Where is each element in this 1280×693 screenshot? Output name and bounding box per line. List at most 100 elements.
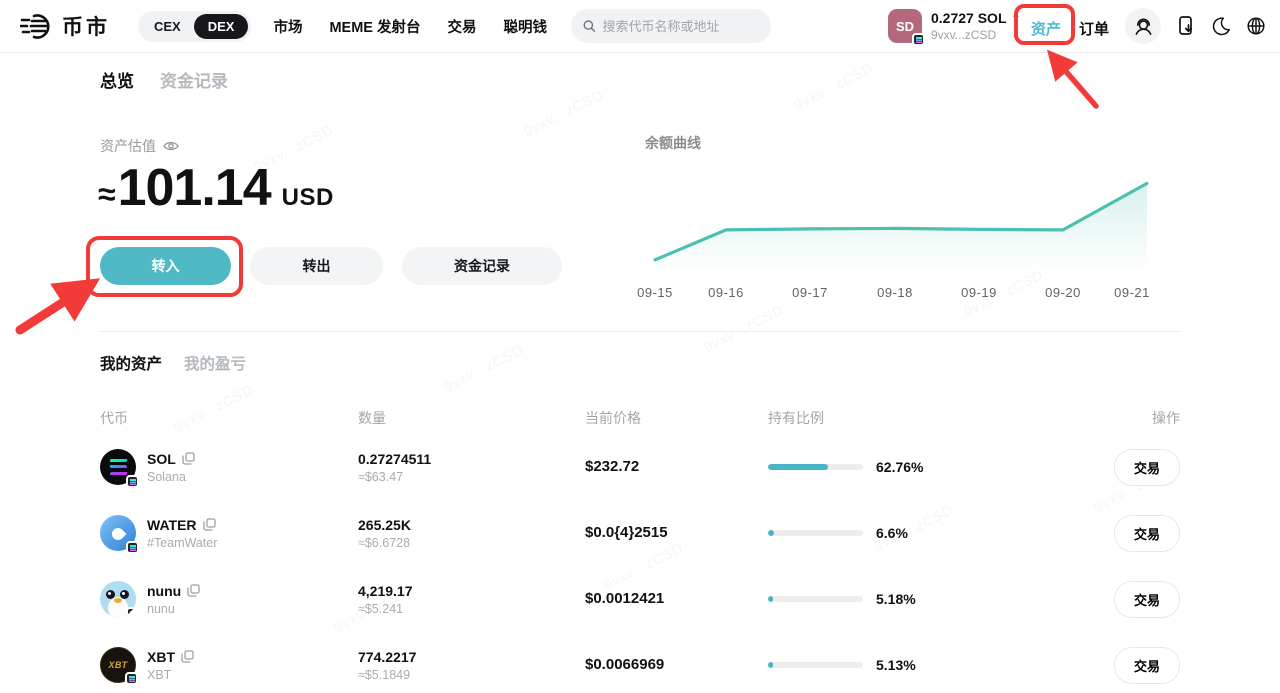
support-button[interactable]	[1125, 8, 1161, 44]
x-axis-label: 09-20	[1045, 285, 1081, 300]
menu-item-meme-launchpad[interactable]: MEME 发射台	[329, 16, 420, 37]
dark-mode-moon-icon[interactable]	[1211, 16, 1231, 36]
token-amount: 0.27274511	[358, 451, 585, 467]
toggle-dex[interactable]: DEX	[194, 14, 249, 39]
copy-icon[interactable]	[182, 452, 195, 465]
logo-coin-icon	[20, 10, 56, 42]
watermark-text: 9vxv...zCSD	[791, 59, 876, 113]
fund-records-button[interactable]: 资金记录	[402, 247, 562, 285]
avatar-initials: SD	[896, 19, 914, 34]
token-amount-usd: ≈$5.1849	[358, 668, 585, 682]
trade-button[interactable]: 交易	[1114, 647, 1180, 684]
token-symbol: WATER	[147, 517, 197, 533]
token-amount: 774.2217	[358, 649, 585, 665]
trade-button[interactable]: 交易	[1114, 449, 1180, 486]
x-axis-label: 09-16	[708, 285, 744, 300]
token-icon-xbt: XBT	[100, 647, 136, 683]
token-amount: 4,219.17	[358, 583, 585, 599]
menu-item-trade[interactable]: 交易	[448, 16, 477, 37]
table-row: XBT XBT XBT 774.2217 ≈$5.1849 $0.0066969	[100, 632, 1180, 693]
token-price: $0.0{4}2515	[585, 524, 668, 541]
asset-valuation-text: 资产估值	[100, 136, 156, 156]
copy-icon[interactable]	[181, 650, 194, 663]
token-name: #TeamWater	[147, 536, 217, 550]
language-globe-icon[interactable]	[1246, 16, 1266, 36]
holding-ratio-value: 5.18%	[876, 591, 916, 607]
navbar-icon-group	[1125, 8, 1266, 44]
x-axis-label: 09-15	[637, 285, 673, 300]
token-icon-sol	[100, 449, 136, 485]
toggle-cex[interactable]: CEX	[141, 14, 194, 39]
eye-visibility-icon[interactable]	[163, 140, 179, 152]
action-buttons: 转入 转出 资金记录	[100, 247, 562, 285]
solana-chain-badge-icon	[912, 33, 925, 46]
token-name: Solana	[147, 470, 195, 484]
cex-dex-toggle: CEX DEX	[138, 11, 251, 42]
chart-x-axis-labels: 09-1509-1609-1709-1809-1909-2009-21	[645, 285, 1160, 301]
avatar[interactable]: SD	[888, 9, 922, 43]
solana-chain-badge-icon	[126, 607, 136, 617]
asset-valuation-label: 资产估值	[100, 136, 179, 156]
asset-table-body: SOL Solana 0.27274511 ≈$63.47 $232.72 62…	[100, 434, 1180, 693]
nav-link-orders[interactable]: 订单	[1079, 18, 1109, 39]
watermark-text: 9vxv...zCSD	[701, 301, 786, 355]
holding-ratio-value: 5.13%	[876, 657, 916, 673]
app-download-icon[interactable]	[1176, 15, 1196, 37]
trade-button[interactable]: 交易	[1114, 515, 1180, 552]
search-icon	[583, 19, 595, 33]
tab-fund-records[interactable]: 资金记录	[160, 67, 228, 92]
trade-button[interactable]: 交易	[1114, 581, 1180, 618]
token-price: $0.0012421	[585, 590, 664, 607]
tab-overview[interactable]: 总览	[100, 67, 134, 92]
copy-icon[interactable]	[187, 584, 200, 597]
asset-value-number: 101.14	[118, 158, 271, 218]
portfolio-section: 我的资产 我的盈亏 代币 数量 当前价格 持有比例 操作 SOL Solana	[100, 352, 1180, 693]
x-axis-label: 09-21	[1114, 285, 1150, 300]
total-asset-value: ≈ 101.14 USD	[98, 158, 334, 218]
holding-ratio-bar	[768, 464, 863, 470]
wallet-address: 9vxv...zCSD	[931, 28, 1020, 42]
holding-ratio-bar	[768, 662, 863, 668]
header-price: 当前价格	[585, 408, 768, 428]
token-icon-water	[100, 515, 136, 551]
holding-ratio-bar	[768, 530, 863, 536]
token-amount-usd: ≈$5.241	[358, 602, 585, 616]
search-box[interactable]	[571, 9, 771, 43]
header-amount: 数量	[358, 408, 585, 428]
search-input[interactable]	[602, 19, 759, 34]
x-axis-label: 09-17	[792, 285, 828, 300]
header-action: 操作	[1028, 408, 1180, 428]
app-logo[interactable]: 币市	[20, 10, 110, 42]
table-header-row: 代币 数量 当前价格 持有比例 操作	[100, 408, 1180, 428]
watermark-text: 9vxv...zCSD	[521, 86, 606, 140]
annotation-arrow-assets	[1036, 46, 1108, 112]
table-row: WATER #TeamWater 265.25K ≈$6.6728 $0.0{4…	[100, 500, 1180, 566]
holding-ratio-value: 62.76%	[876, 459, 923, 475]
copy-icon[interactable]	[203, 518, 216, 531]
token-icon-nunu	[100, 581, 136, 617]
token-name: nunu	[147, 602, 200, 616]
token-price: $0.0066969	[585, 656, 664, 673]
tab-my-pnl[interactable]: 我的盈亏	[184, 352, 246, 374]
withdraw-button[interactable]: 转出	[250, 247, 383, 285]
headset-support-icon	[1133, 16, 1154, 37]
logo-text: 币市	[62, 11, 110, 41]
nav-link-assets[interactable]: 资产	[1031, 18, 1061, 39]
portfolio-tabs: 我的资产 我的盈亏	[100, 352, 1180, 374]
token-amount-usd: ≈$63.47	[358, 470, 585, 484]
header-ratio: 持有比例	[768, 408, 1028, 428]
asset-value-currency: USD	[282, 184, 334, 212]
menu-item-market[interactable]: 市场	[273, 16, 302, 37]
table-row: SOL Solana 0.27274511 ≈$63.47 $232.72 62…	[100, 434, 1180, 500]
top-navbar: 币市 CEX DEX 市场 MEME 发射台 交易 聪明钱 SD 0.2727 …	[0, 0, 1280, 53]
tab-my-assets[interactable]: 我的资产	[100, 352, 162, 374]
solana-chain-badge-icon	[125, 672, 138, 685]
menu-item-smart-money[interactable]: 聪明钱	[504, 16, 548, 37]
chevron-down-icon[interactable]: ▼	[1012, 13, 1021, 23]
deposit-button[interactable]: 转入	[100, 247, 231, 285]
holding-ratio-value: 6.6%	[876, 525, 908, 541]
token-amount: 265.25K	[358, 517, 585, 533]
wallet-account[interactable]: SD 0.2727 SOL ▼ 9vxv...zCSD	[888, 9, 1020, 43]
balance-curve-chart: 余额曲线 09-1509-1609-1709-1809-1909-2009-21	[645, 133, 1160, 301]
solana-chain-badge-icon	[126, 475, 139, 488]
